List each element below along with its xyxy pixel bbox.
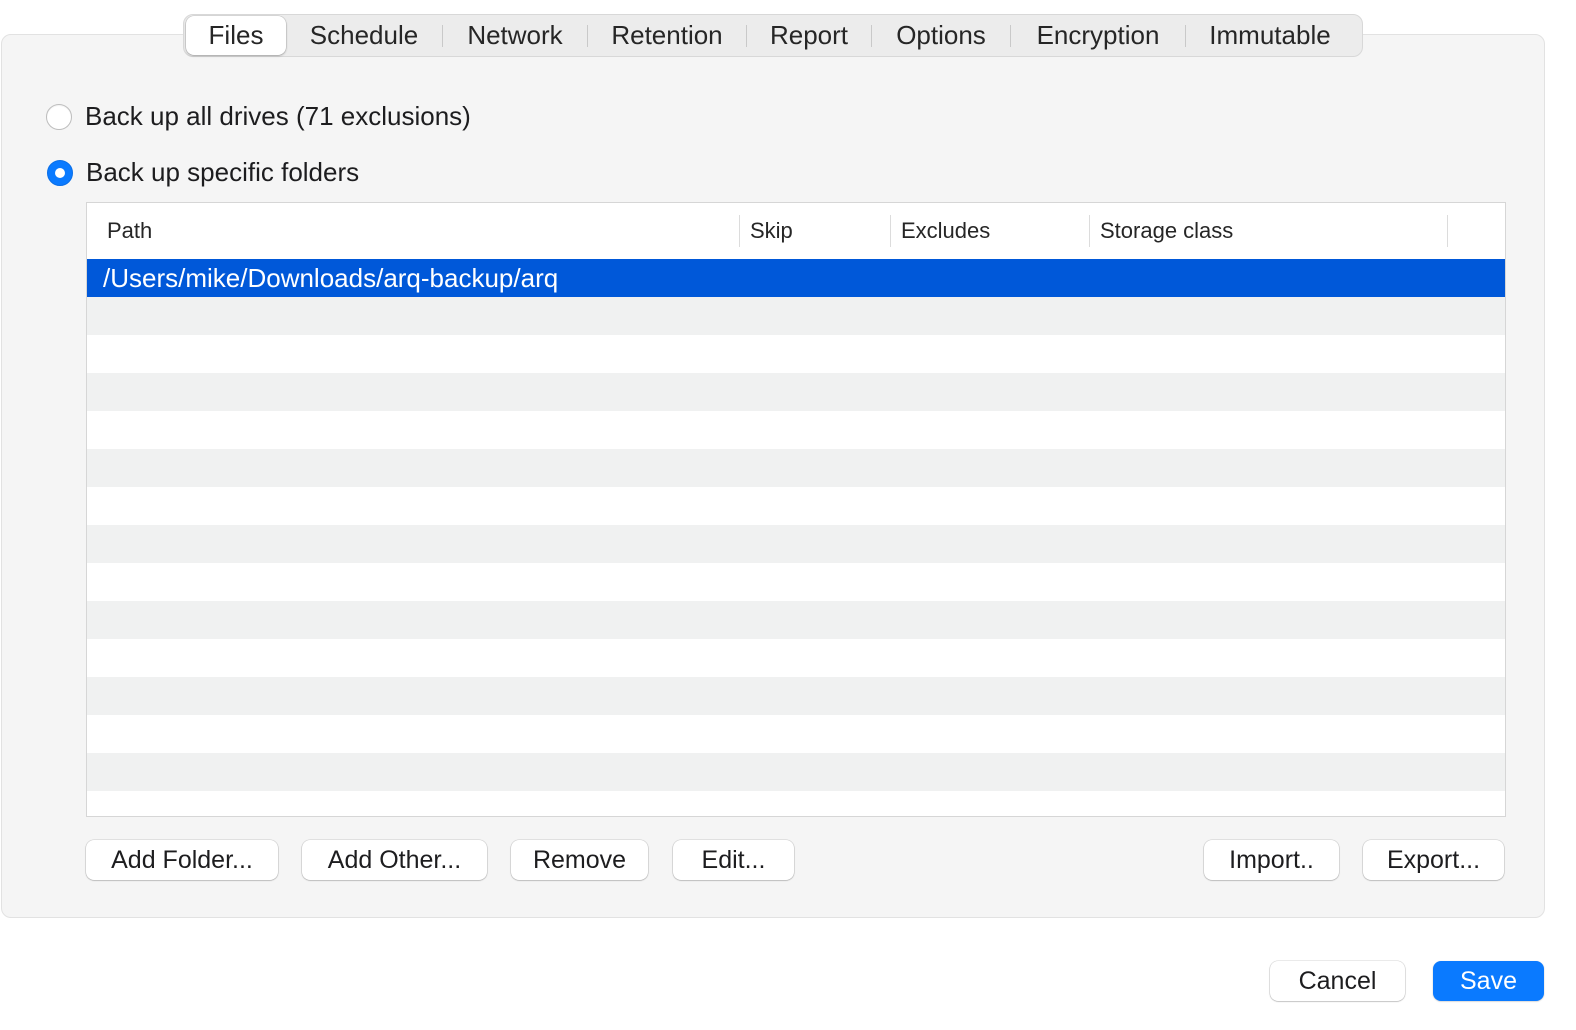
remove-button[interactable]: Remove <box>511 840 648 880</box>
tab-encryption[interactable]: Encryption <box>1011 16 1185 55</box>
import-button[interactable]: Import.. <box>1204 840 1339 880</box>
folders-table: Path Skip Excludes Storage class /Users/… <box>86 202 1506 817</box>
backup-specific-folders-label: Back up specific folders <box>86 157 360 187</box>
column-divider[interactable] <box>1089 215 1090 247</box>
empty-row <box>87 791 1505 816</box>
column-header-path[interactable]: Path <box>107 203 152 259</box>
empty-row <box>87 373 1505 411</box>
save-button[interactable]: Save <box>1433 961 1544 1001</box>
cancel-button[interactable]: Cancel <box>1270 961 1405 1001</box>
table-header: Path Skip Excludes Storage class <box>87 203 1505 259</box>
tab-retention[interactable]: Retention <box>588 16 746 55</box>
radio-button-unchecked[interactable] <box>46 103 72 130</box>
empty-row <box>87 335 1505 373</box>
column-header-storage-class[interactable]: Storage class <box>1100 203 1233 259</box>
add-folder-button[interactable]: Add Folder... <box>86 840 278 880</box>
export-button[interactable]: Export... <box>1363 840 1504 880</box>
backup-all-drives-option[interactable]: Back up all drives (71 exclusions) <box>46 101 471 132</box>
tab-immutable[interactable]: Immutable <box>1186 16 1354 55</box>
backup-specific-folders-option[interactable]: Back up specific folders <box>47 157 359 188</box>
radio-button-checked[interactable] <box>47 159 73 186</box>
empty-row <box>87 753 1505 791</box>
empty-row <box>87 449 1505 487</box>
column-divider[interactable] <box>1447 215 1448 247</box>
column-divider[interactable] <box>739 215 740 247</box>
empty-row <box>87 487 1505 525</box>
empty-row <box>87 525 1505 563</box>
empty-row <box>87 715 1505 753</box>
empty-row <box>87 411 1505 449</box>
empty-row <box>87 297 1505 335</box>
column-divider[interactable] <box>890 215 891 247</box>
backup-all-drives-label: Back up all drives (71 exclusions) <box>85 101 471 131</box>
empty-row <box>87 601 1505 639</box>
tab-files[interactable]: Files <box>186 16 286 55</box>
add-other-button[interactable]: Add Other... <box>302 840 487 880</box>
edit-button[interactable]: Edit... <box>673 840 794 880</box>
column-header-excludes[interactable]: Excludes <box>901 203 990 259</box>
tab-report[interactable]: Report <box>747 16 871 55</box>
tab-bar: Files Schedule Network Retention Report … <box>183 14 1363 57</box>
empty-row <box>87 639 1505 677</box>
tab-network[interactable]: Network <box>443 16 587 55</box>
empty-row <box>87 563 1505 601</box>
path-cell: /Users/mike/Downloads/arq-backup/arq <box>103 262 559 293</box>
tab-options[interactable]: Options <box>872 16 1010 55</box>
table-row[interactable]: /Users/mike/Downloads/arq-backup/arq <box>87 259 1505 297</box>
column-header-skip[interactable]: Skip <box>750 203 793 259</box>
tab-schedule[interactable]: Schedule <box>286 16 442 55</box>
empty-row <box>87 677 1505 715</box>
radio-dot <box>55 167 65 178</box>
